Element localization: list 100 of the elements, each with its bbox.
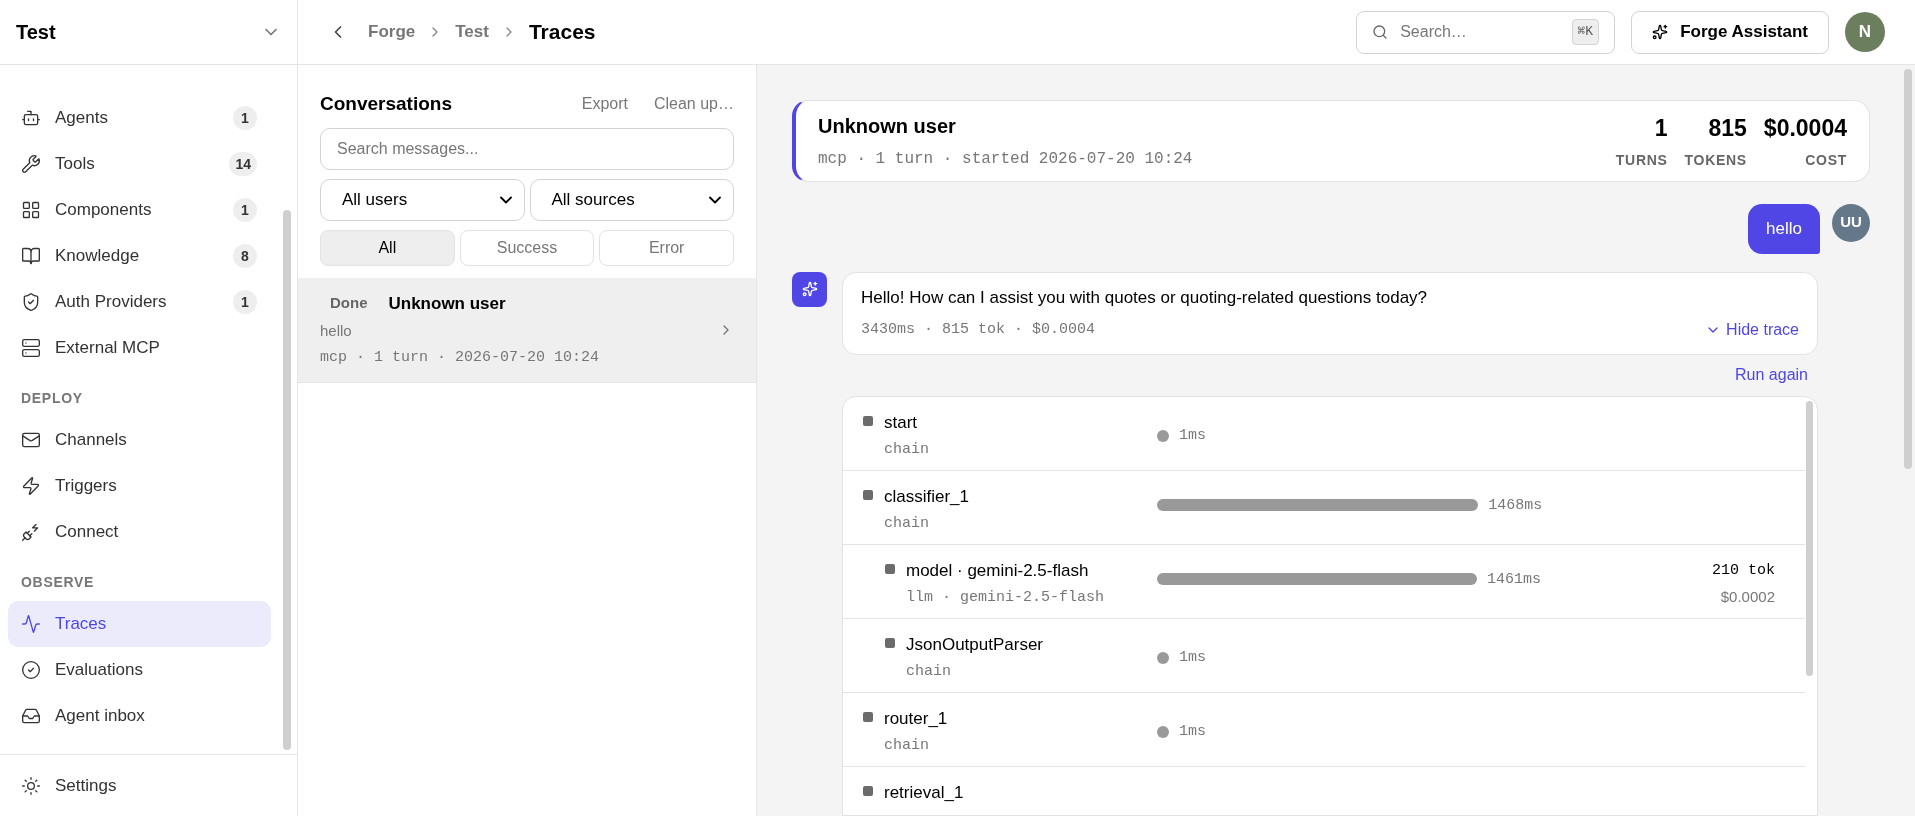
nav-label: Knowledge (55, 245, 141, 268)
nav-item[interactable]: Auth Providers 1 (8, 279, 271, 325)
panel-title: Conversations (320, 92, 453, 116)
book-icon (21, 246, 41, 266)
conversation-row[interactable]: Done Unknown user hello mcp · 1 turn · 2026-07-20 10:24 (298, 277, 756, 383)
stat-value: 1 (1654, 114, 1668, 143)
settings-icon[interactable] (21, 775, 41, 796)
conversation-meta: mcp · 1 turn · started 2026-07-20 10:24 (818, 148, 1194, 170)
nav-label: Auth Providers (55, 291, 168, 314)
workspace-name: Test (16, 20, 56, 45)
node-name[interactable]: JsonOutputParser (906, 632, 1043, 658)
nav-item[interactable]: External MCP (8, 325, 271, 371)
scrollbar[interactable] (283, 210, 291, 750)
wrench-icon (21, 154, 41, 174)
node-type: llm · gemini-2.5-flash (906, 587, 1105, 608)
dropdown-value: All sources (551, 188, 636, 211)
robot-icon (21, 108, 41, 128)
section-heading: OBSERVE (20, 573, 96, 592)
run-again-link[interactable]: Run again (1735, 363, 1808, 387)
check-circle-icon (21, 660, 41, 680)
envelope-icon (21, 430, 41, 450)
sparkles-icon (1652, 24, 1669, 40)
node-name[interactable]: router_1 (884, 706, 948, 732)
nav-label: Traces (55, 613, 108, 636)
breadcrumb[interactable]: Test (455, 19, 489, 45)
status-label: Done (330, 293, 368, 313)
node-type: chain (884, 513, 930, 534)
reply-text: Hello! How can I assist you with quotes or quoting-related questions today? (861, 286, 1429, 309)
stat-label: COST (1805, 150, 1847, 170)
node-type: chain (906, 661, 952, 682)
breadcrumb: Traces (528, 19, 596, 46)
node-name[interactable]: retrieval_1 (884, 780, 964, 806)
nav-item[interactable]: Knowledge 8 (8, 233, 271, 279)
nav-item[interactable]: Channels (8, 417, 271, 463)
search-field[interactable]: Search messages... (320, 127, 734, 170)
search-field[interactable]: Search… ⌘K (1356, 10, 1616, 54)
settings-link[interactable]: Settings (55, 772, 117, 799)
count-badge: 1 (233, 290, 257, 314)
breadcrumb[interactable]: Forge (368, 19, 416, 45)
nav-item[interactable]: Components 1 (8, 187, 271, 233)
nav-label: External MCP (55, 337, 161, 360)
node-cost: $0.0002 (1720, 586, 1775, 607)
stat-label: TURNS (1615, 150, 1668, 170)
nav-item[interactable]: Tools 14 (8, 141, 271, 187)
pulse-icon (21, 614, 41, 634)
nav-label: Components (55, 199, 153, 222)
duration-label: 1468ms (1488, 496, 1543, 516)
status-tab[interactable]: All (320, 229, 455, 266)
duration-label: 1ms (1179, 648, 1206, 668)
nav-item[interactable]: Agents 1 (8, 95, 271, 141)
duration-label: 1461ms (1487, 570, 1542, 590)
nav-item[interactable]: Agent inbox (8, 693, 271, 739)
duration-label: 1ms (1179, 722, 1206, 742)
nav-label: Evaluations (55, 659, 144, 682)
stat-value: $0.0004 (1763, 114, 1847, 143)
nav-item[interactable]: Evaluations (8, 647, 271, 693)
count-badge: 1 (233, 198, 257, 222)
status-tab[interactable]: Success (459, 229, 595, 266)
nav-item[interactable]: Connect (8, 509, 271, 555)
node-name[interactable]: classifier_1 (884, 484, 970, 510)
filter-dropdown[interactable]: All users (320, 178, 525, 221)
filter-dropdown[interactable]: All sources (529, 178, 734, 221)
scrollbar[interactable] (1904, 69, 1912, 469)
nav-label: Agent inbox (55, 705, 146, 728)
hide-trace-button[interactable]: Hide trace (1705, 318, 1799, 342)
status-tab[interactable]: Error (599, 229, 734, 266)
user-message: hello (1748, 203, 1820, 254)
scrollbar[interactable] (1806, 401, 1813, 676)
search-placeholder: Search… (1400, 22, 1468, 42)
grid-icon (21, 200, 41, 220)
node-square-icon (863, 786, 873, 796)
nav-item[interactable]: Triggers (8, 463, 271, 509)
node-square-icon (863, 490, 873, 500)
nav-label: Agents (55, 107, 109, 130)
count-badge: 1 (233, 106, 257, 130)
lightning-icon (21, 476, 41, 496)
action-link[interactable]: Clean up… (653, 92, 734, 117)
nav-label: Tools (55, 153, 96, 176)
node-square-icon (863, 416, 873, 426)
node-name[interactable]: model · gemini-2.5-flash (906, 558, 1105, 584)
plug-icon (21, 522, 41, 542)
user-avatar[interactable]: N (1845, 12, 1885, 52)
duration-label: 1ms (1179, 426, 1206, 446)
count-badge: 8 (233, 244, 257, 268)
message-preview: hello (320, 321, 353, 341)
user-avatar: UU (1832, 203, 1870, 242)
shield-icon (21, 292, 41, 312)
node-name[interactable]: start (884, 410, 929, 436)
section-heading: DEPLOY (20, 389, 84, 408)
node-square-icon (885, 564, 895, 574)
nav-item[interactable]: Traces (8, 601, 271, 647)
action-link[interactable]: Export (581, 92, 628, 117)
user-name: Unknown user (818, 113, 957, 139)
server-icon (21, 338, 41, 358)
count-badge: 14 (229, 152, 257, 176)
token-count: 210 tok (1712, 561, 1775, 581)
stat-label: TOKENS (1684, 150, 1747, 170)
node-square-icon (863, 712, 873, 722)
node-type: chain (884, 439, 929, 460)
assistant-button[interactable]: Forge Assistant (1631, 10, 1829, 54)
